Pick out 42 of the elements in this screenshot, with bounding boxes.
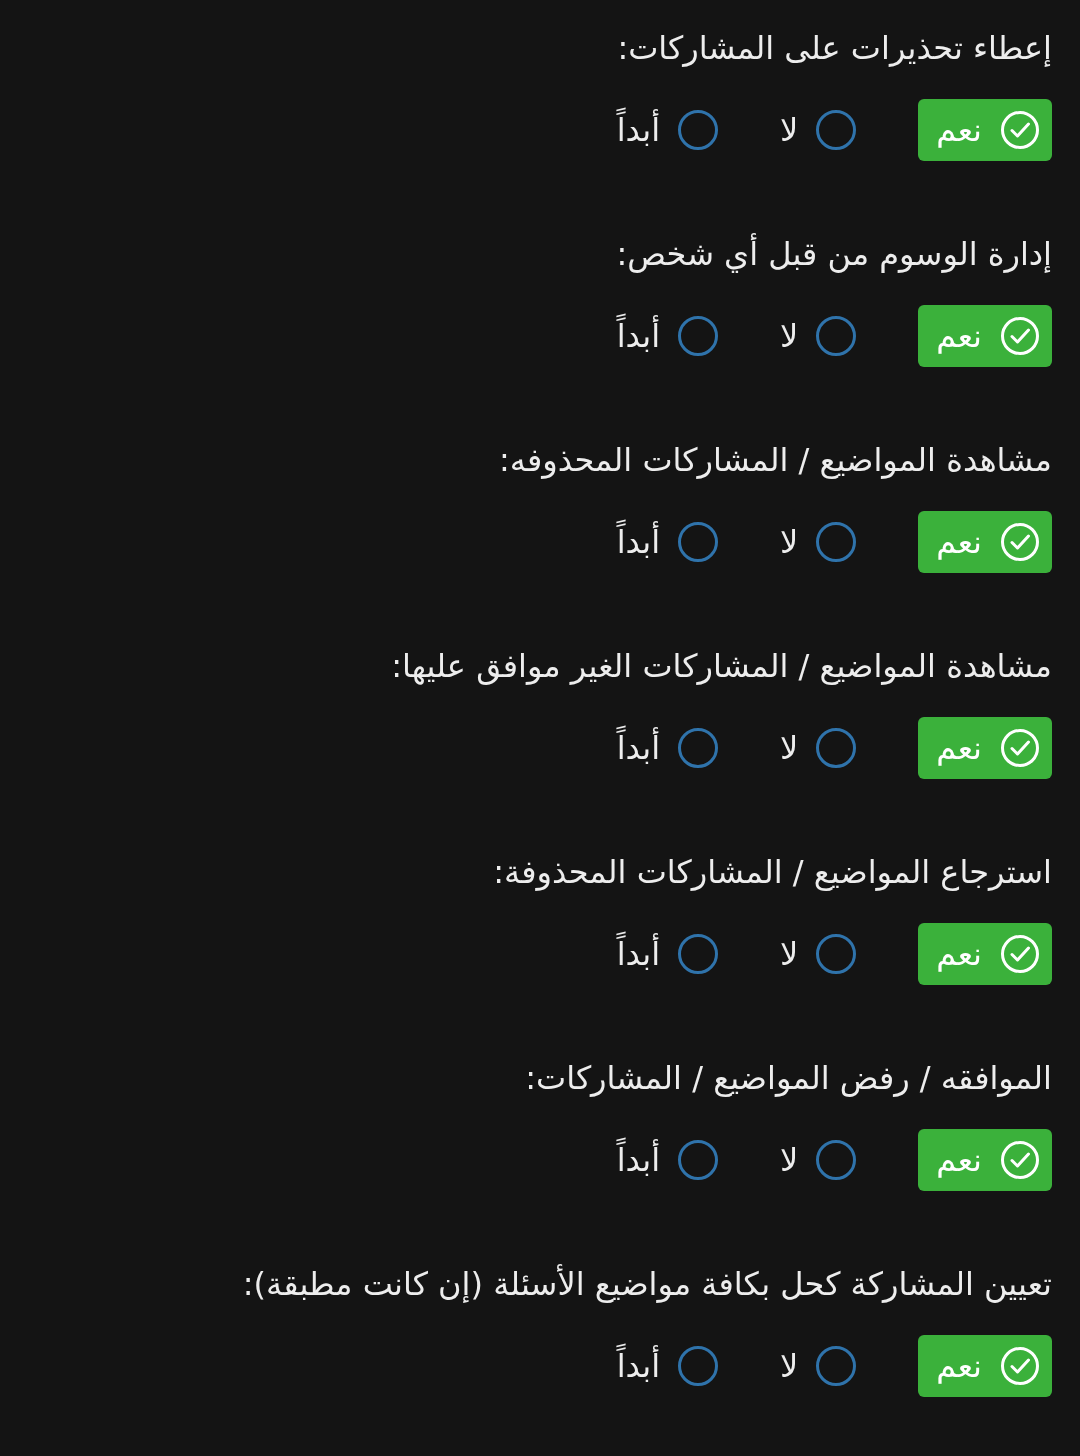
- radio-option[interactable]: لا: [780, 1129, 857, 1191]
- check-circle-icon: [1000, 934, 1040, 974]
- radio-circle-icon: [678, 522, 719, 562]
- radio-option[interactable]: لا: [780, 923, 857, 985]
- radio-circle-icon: [816, 728, 857, 768]
- setting-label: الموافقه / رفض المواضيع / المشاركات:: [525, 1058, 1052, 1099]
- radio-option[interactable]: لا: [780, 717, 857, 779]
- radio-circle-icon: [816, 934, 857, 974]
- radio-option[interactable]: أبداً: [616, 305, 719, 367]
- radio-circle-icon: [678, 1140, 719, 1180]
- radio-circle-icon: [678, 110, 719, 150]
- radio-option[interactable]: أبداً: [616, 511, 719, 573]
- radio-option[interactable]: لا: [780, 511, 857, 573]
- setting-label: تعيين المشاركة كحل بكافة مواضيع الأسئلة (إن كانت مطبقة):: [242, 1263, 1052, 1305]
- radio-option[interactable]: لا: [780, 305, 857, 367]
- setting-label: إدارة الوسوم من قبل أي شخص:: [616, 232, 1052, 275]
- radio-option[interactable]: لا: [780, 99, 857, 161]
- setting-label: مشاهدة المواضيع / المشاركات الغير موافق عليها:: [391, 646, 1052, 687]
- check-circle-icon: [1000, 110, 1040, 150]
- radio-circle-icon: [678, 728, 719, 768]
- check-circle-icon: [1000, 1140, 1040, 1180]
- radio-circle-icon: [816, 1346, 857, 1386]
- check-circle-icon: [1000, 1346, 1040, 1386]
- radio-option[interactable]: أبداً: [616, 1335, 719, 1397]
- radio-option[interactable]: أبداً: [616, 717, 719, 779]
- setting-label: إعطاء تحذيرات على المشاركات:: [617, 28, 1052, 69]
- check-circle-icon: [1000, 728, 1040, 768]
- radio-circle-icon: [816, 522, 857, 562]
- radio-option[interactable]: أبداً: [616, 1129, 719, 1191]
- radio-option[interactable]: لا: [780, 1335, 857, 1397]
- check-circle-icon: [1000, 316, 1040, 356]
- radio-circle-icon: [678, 1346, 719, 1386]
- setting-label: استرجاع المواضيع / المشاركات المحذوفة:: [493, 852, 1052, 893]
- radio-option[interactable]: أبداً: [616, 923, 719, 985]
- radio-circle-icon: [816, 1140, 857, 1180]
- radio-option[interactable]: أبداً: [616, 99, 719, 161]
- check-circle-icon: [1000, 522, 1040, 562]
- radio-circle-icon: [816, 316, 857, 356]
- radio-circle-icon: [678, 934, 719, 974]
- radio-circle-icon: [678, 316, 719, 356]
- radio-circle-icon: [816, 110, 857, 150]
- setting-label: مشاهدة المواضيع / المشاركات المحذوفه:: [498, 440, 1052, 481]
